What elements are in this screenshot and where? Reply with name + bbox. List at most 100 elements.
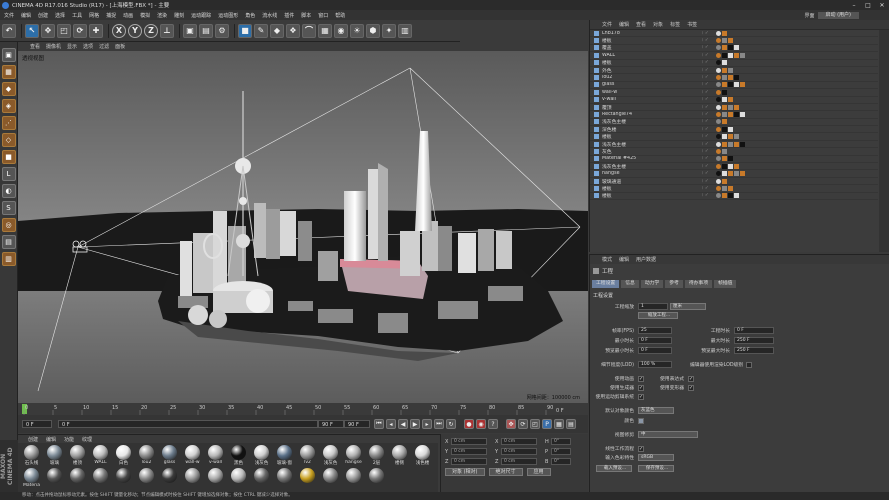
texture-tag-icon[interactable] [728, 126, 733, 132]
texture-tag-icon[interactable] [722, 82, 727, 88]
workplane-icon[interactable]: ◎ [1, 218, 16, 232]
object-name[interactable]: 楼板 [602, 185, 682, 192]
texture-tag-icon[interactable] [728, 163, 733, 169]
visibility-toggle-icon[interactable]: ⁝ ✓ [702, 193, 716, 198]
key-pla-icon[interactable]: ▦ [554, 419, 564, 429]
menu-sculpt[interactable]: 雕刻 [174, 12, 184, 19]
material-swatch[interactable]: hangse [342, 445, 365, 468]
object-row[interactable]: 覆顶 ⁝ ✓ [590, 104, 878, 112]
default-color-select[interactable]: 灰蓝色 [638, 407, 674, 414]
material-tag-icon[interactable] [716, 104, 721, 110]
material-tag-icon[interactable] [716, 97, 721, 103]
visibility-toggle-icon[interactable]: ⁝ ✓ [702, 45, 716, 50]
material-swatch[interactable] [204, 468, 227, 491]
texture-tag-icon[interactable] [728, 45, 733, 51]
object-name[interactable]: 覆顶 [602, 104, 682, 111]
timeline-window-icon[interactable]: ▤ [566, 419, 576, 429]
texture-tag-icon[interactable] [722, 67, 727, 73]
render-settings-icon[interactable]: ⚙ [215, 23, 229, 38]
texture-tag-icon[interactable] [734, 82, 739, 88]
texture-tag-icon[interactable] [722, 60, 727, 66]
size-y-field[interactable]: 0 cm [501, 448, 537, 455]
preview-max-field[interactable]: 90 F [318, 420, 344, 428]
object-name[interactable]: Material #425 [602, 156, 682, 161]
preview-max-time-field[interactable]: 250 F [734, 347, 774, 354]
texture-tag-icon[interactable] [734, 45, 739, 51]
visibility-toggle-icon[interactable]: ⁝ ✓ [702, 75, 716, 80]
material-tag-icon[interactable] [716, 141, 721, 147]
bend-icon[interactable]: ⌒ [302, 23, 316, 38]
object-row[interactable]: 楼板 ⁝ ✓ [590, 193, 878, 200]
visibility-toggle-icon[interactable]: ⁝ ✓ [702, 142, 716, 147]
texture-tag-icon[interactable] [728, 104, 733, 110]
om-menu-bookmarks[interactable]: 书签 [687, 21, 697, 28]
position-z-field[interactable]: 0 cm [451, 458, 487, 465]
duration-field[interactable]: 0 F [734, 327, 774, 334]
material-menu-texture[interactable]: 纹理 [82, 436, 92, 443]
key-parameter-icon[interactable]: P [542, 419, 552, 429]
texture-tag-icon[interactable] [722, 75, 727, 81]
end-frame-field[interactable]: 90 F [344, 420, 370, 428]
pen-icon[interactable]: ✎ [254, 23, 268, 38]
texture-tag-icon[interactable] [734, 75, 739, 81]
floor-icon[interactable]: ▦ [318, 23, 332, 38]
material-swatch[interactable] [158, 468, 181, 491]
texture-tag-icon[interactable] [734, 104, 739, 110]
fps-field[interactable]: 25 [638, 327, 672, 334]
texture-tag-icon[interactable] [728, 82, 733, 88]
texture-tag-icon[interactable] [722, 38, 727, 44]
viewport-menu-options[interactable]: 选项 [83, 43, 93, 50]
minimize-button[interactable]: – [847, 2, 861, 9]
material-tag-icon[interactable] [716, 126, 721, 132]
min-time-field[interactable]: 0 F [638, 337, 672, 344]
texture-tag-icon[interactable] [728, 38, 733, 44]
texture-tag-icon[interactable] [722, 119, 727, 125]
object-name[interactable]: wall-w [602, 90, 682, 95]
menu-select[interactable]: 选择 [55, 12, 65, 19]
material-swatch[interactable]: 浅色楼 [411, 445, 434, 468]
auto-key-icon[interactable]: ◉ [476, 419, 486, 429]
texture-tag-icon[interactable] [722, 163, 727, 169]
material-tag-icon[interactable] [716, 119, 721, 125]
visibility-toggle-icon[interactable]: ⁝ ✓ [702, 105, 716, 110]
texture-tag-icon[interactable] [734, 52, 739, 58]
texture-tag-icon[interactable] [722, 111, 727, 117]
texture-tag-icon[interactable] [740, 82, 745, 88]
material-swatch[interactable] [43, 468, 66, 491]
material-tag-icon[interactable] [716, 60, 721, 66]
material-swatch[interactable]: lou2 [135, 445, 158, 468]
use-motion-system-checkbox[interactable]: ✓ [638, 393, 644, 400]
object-name[interactable]: 覆盖 [602, 44, 682, 51]
tab-info[interactable]: 信息 [621, 280, 639, 288]
menu-pipeline[interactable]: 流水线 [262, 12, 277, 19]
material-swatch[interactable]: 玻璃 [43, 445, 66, 468]
layer-icon[interactable]: ▥ [398, 23, 412, 38]
light-icon[interactable]: ☀ [350, 23, 364, 38]
texture-tag-icon[interactable] [722, 185, 727, 191]
object-name[interactable]: Lnb178 [602, 31, 682, 36]
go-to-end-icon[interactable]: ⏭ [434, 419, 444, 429]
material-swatch[interactable]: 楼顶 [66, 445, 89, 468]
tab-todo[interactable]: 待办事项 [684, 280, 713, 288]
object-name[interactable]: 外色 [602, 67, 682, 74]
texture-tag-icon[interactable] [722, 104, 727, 110]
material-tag-icon[interactable] [716, 134, 721, 140]
object-name[interactable]: glass [602, 82, 682, 87]
material-tag-icon[interactable] [716, 111, 721, 117]
planar-workplane-icon[interactable]: ▥ [1, 252, 16, 266]
size-x-field[interactable]: 0 cm [501, 438, 537, 445]
material-tag-icon[interactable] [716, 185, 721, 191]
object-list-scrollbar[interactable] [879, 30, 889, 252]
material-swatch[interactable]: 玻璃-窗 [273, 445, 296, 468]
texture-tag-icon[interactable] [722, 45, 727, 51]
array-icon[interactable]: ❖ [286, 23, 300, 38]
cube-icon[interactable]: ■ [238, 23, 252, 38]
material-swatch[interactable] [89, 468, 112, 491]
texture-tag-icon[interactable] [728, 52, 733, 58]
visibility-toggle-icon[interactable]: ⁝ ✓ [702, 149, 716, 154]
om-menu-edit[interactable]: 编辑 [619, 21, 629, 28]
material-swatch[interactable] [342, 468, 365, 491]
texture-tag-icon[interactable] [728, 193, 733, 199]
menu-window[interactable]: 窗口 [318, 12, 328, 19]
texture-tag-icon[interactable] [722, 30, 727, 36]
